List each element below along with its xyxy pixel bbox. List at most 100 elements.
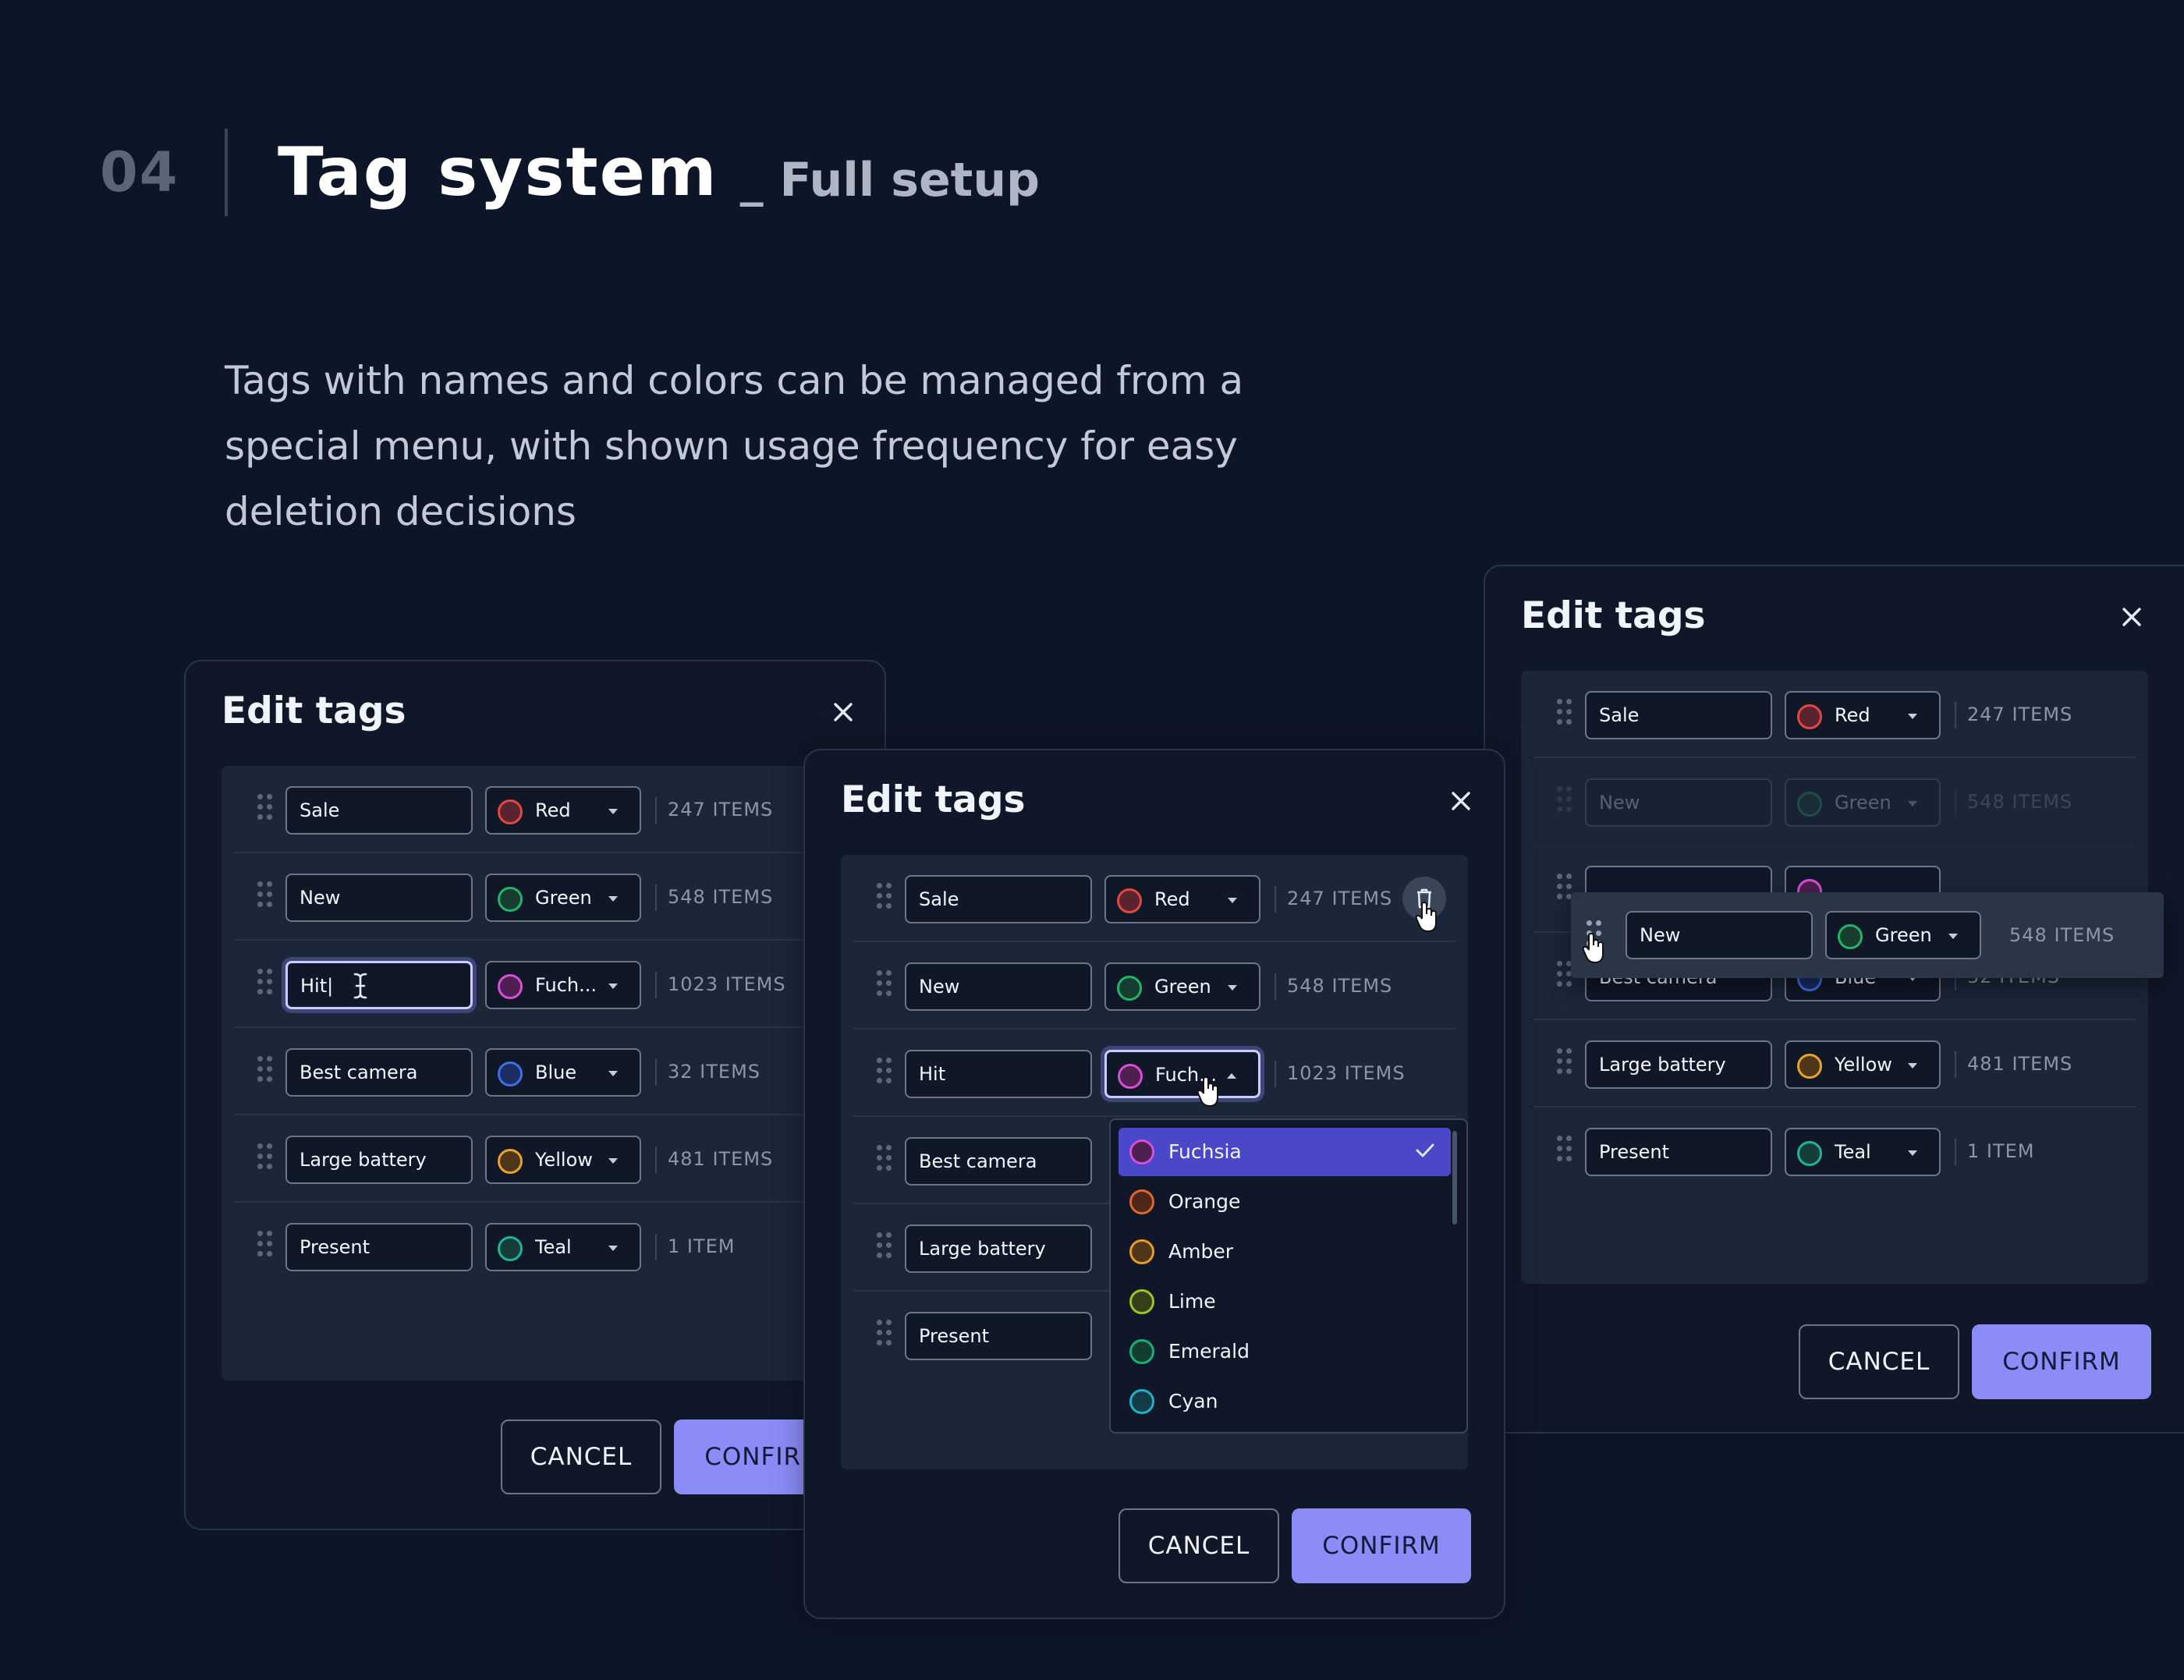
- tag-row: Sale Red 247 ITEMS: [1533, 671, 2136, 758]
- divider: [1955, 1051, 1956, 1078]
- divider: [655, 1147, 657, 1173]
- tag-row: Hit| Fuch... 1023 ITEMS: [234, 941, 885, 1028]
- tag-name-input[interactable]: Sale: [905, 875, 1092, 923]
- color-swatch: [1838, 924, 1863, 949]
- close-button[interactable]: [2112, 597, 2151, 636]
- color-select-label: Green: [1875, 924, 1932, 946]
- drag-handle-icon[interactable]: [1557, 1048, 1574, 1079]
- tag-name-input[interactable]: Sale: [285, 786, 473, 835]
- caret-down-icon: [1948, 934, 1958, 939]
- color-swatch: [1129, 1389, 1154, 1414]
- usage-count: 247 ITEMS: [668, 799, 774, 821]
- tag-name-input-focused[interactable]: Hit|: [285, 961, 473, 1009]
- section-number: 04: [100, 140, 179, 204]
- color-swatch: [1129, 1139, 1154, 1164]
- color-swatch: [498, 887, 523, 912]
- drag-handle-icon[interactable]: [877, 970, 894, 1001]
- tag-row: Sale Red 247 ITEMS: [853, 855, 1455, 942]
- color-select[interactable]: Green: [1785, 778, 1941, 827]
- color-select-open[interactable]: Fuch...: [1104, 1050, 1260, 1098]
- cancel-button[interactable]: CANCEL: [1119, 1508, 1279, 1583]
- color-select[interactable]: Blue: [485, 1048, 641, 1097]
- tag-name-input[interactable]: Present: [905, 1312, 1092, 1360]
- tag-name-input[interactable]: Large battery: [1585, 1040, 1772, 1089]
- drag-handle-icon[interactable]: [257, 1143, 275, 1175]
- confirm-button[interactable]: CONFIRM: [1292, 1508, 1471, 1583]
- tag-row: New Green 548 ITEMS: [853, 942, 1455, 1030]
- color-swatch: [1797, 1141, 1822, 1166]
- text-cursor-icon: [353, 973, 367, 999]
- drag-handle-icon[interactable]: [877, 1232, 894, 1264]
- caret-down-icon: [608, 1158, 618, 1164]
- cancel-button[interactable]: CANCEL: [501, 1419, 661, 1494]
- drag-handle-icon[interactable]: [1557, 1136, 1574, 1167]
- color-option-lime[interactable]: Lime: [1119, 1278, 1451, 1326]
- color-select[interactable]: Red: [1104, 875, 1260, 923]
- cancel-button[interactable]: CANCEL: [1799, 1324, 1959, 1399]
- close-button[interactable]: [824, 693, 863, 732]
- close-button[interactable]: [1441, 782, 1480, 821]
- tag-name-input[interactable]: Best camera: [905, 1137, 1092, 1186]
- dropdown-scrollbar[interactable]: [1452, 1131, 1457, 1225]
- drag-handle-icon[interactable]: [257, 969, 275, 1000]
- color-select[interactable]: Green: [485, 874, 641, 922]
- tag-row: Sale Red 247 ITEMS: [234, 766, 885, 853]
- usage-count: 1023 ITEMS: [1287, 1062, 1406, 1084]
- drag-handle-icon[interactable]: [877, 1320, 894, 1351]
- close-icon: [2122, 608, 2141, 626]
- color-swatch: [1797, 1054, 1822, 1079]
- confirm-button[interactable]: CONFIRM: [1972, 1324, 2151, 1399]
- drag-handle-icon[interactable]: [877, 1145, 894, 1176]
- color-select[interactable]: Teal: [1785, 1128, 1941, 1176]
- tag-name-input[interactable]: New: [285, 874, 473, 922]
- tag-name-input[interactable]: Large battery: [285, 1136, 473, 1184]
- tag-name-input[interactable]: Large battery: [905, 1225, 1092, 1273]
- color-option-orange[interactable]: Orange: [1119, 1178, 1451, 1226]
- color-select[interactable]: Green: [1825, 911, 1981, 959]
- tag-name-input[interactable]: New: [1585, 778, 1772, 827]
- color-option-fuchsia[interactable]: Fuchsia: [1119, 1128, 1451, 1176]
- tag-row: New Green 548 ITEMS: [234, 853, 885, 941]
- color-option-label: Lime: [1168, 1290, 1216, 1313]
- color-dropdown-list[interactable]: Fuchsia Orange Amber Lime Emerald Cyan: [1109, 1118, 1468, 1434]
- color-option-emerald[interactable]: Emerald: [1119, 1327, 1451, 1376]
- caret-down-icon: [608, 1246, 618, 1251]
- color-select[interactable]: Yellow: [1785, 1040, 1941, 1089]
- usage-count: 1 ITEM: [668, 1235, 736, 1257]
- color-option-amber[interactable]: Amber: [1119, 1228, 1451, 1276]
- color-select[interactable]: Fuch...: [485, 961, 641, 1009]
- edit-tags-modal-color-dropdown: Edit tags Sale Red 247 ITEMS New Green 5…: [803, 749, 1505, 1619]
- color-select[interactable]: Teal: [485, 1223, 641, 1271]
- color-swatch: [1797, 792, 1822, 817]
- dragged-tag-row[interactable]: New Green 548 ITEMS: [1571, 892, 2164, 978]
- color-select[interactable]: Green: [1104, 962, 1260, 1011]
- drag-handle-icon[interactable]: [257, 1231, 275, 1262]
- drag-handle-icon[interactable]: [257, 881, 275, 913]
- color-option-cyan[interactable]: Cyan: [1119, 1377, 1451, 1426]
- tag-name-input[interactable]: Present: [285, 1223, 473, 1271]
- caret-down-icon: [1908, 1063, 1917, 1069]
- color-select[interactable]: Yellow: [485, 1136, 641, 1184]
- usage-count: 247 ITEMS: [1287, 888, 1393, 909]
- drag-handle-icon[interactable]: [257, 1056, 275, 1087]
- tag-name-input[interactable]: New: [1626, 911, 1813, 959]
- caret-down-icon: [1228, 985, 1237, 991]
- tag-name-input[interactable]: New: [905, 962, 1092, 1011]
- divider: [655, 884, 657, 911]
- color-select[interactable]: Red: [485, 786, 641, 835]
- tag-name-input[interactable]: Best camera: [285, 1048, 473, 1097]
- color-select-label: Red: [535, 799, 571, 821]
- drag-handle-icon[interactable]: [877, 883, 894, 914]
- color-swatch: [498, 1149, 523, 1174]
- drag-handle-icon[interactable]: [877, 1058, 894, 1089]
- tag-name-input[interactable]: Present: [1585, 1128, 1772, 1176]
- drag-handle-icon[interactable]: [1557, 786, 1574, 817]
- color-select[interactable]: Red: [1785, 691, 1941, 739]
- color-swatch: [1129, 1339, 1154, 1364]
- drag-handle-icon[interactable]: [257, 794, 275, 825]
- tag-name-input[interactable]: Hit: [905, 1050, 1092, 1098]
- grab-cursor-icon: [1582, 933, 1604, 964]
- drag-handle-icon[interactable]: [1557, 699, 1574, 730]
- tag-name-input[interactable]: Sale: [1585, 691, 1772, 739]
- color-select-label: Yellow: [1835, 1054, 1892, 1076]
